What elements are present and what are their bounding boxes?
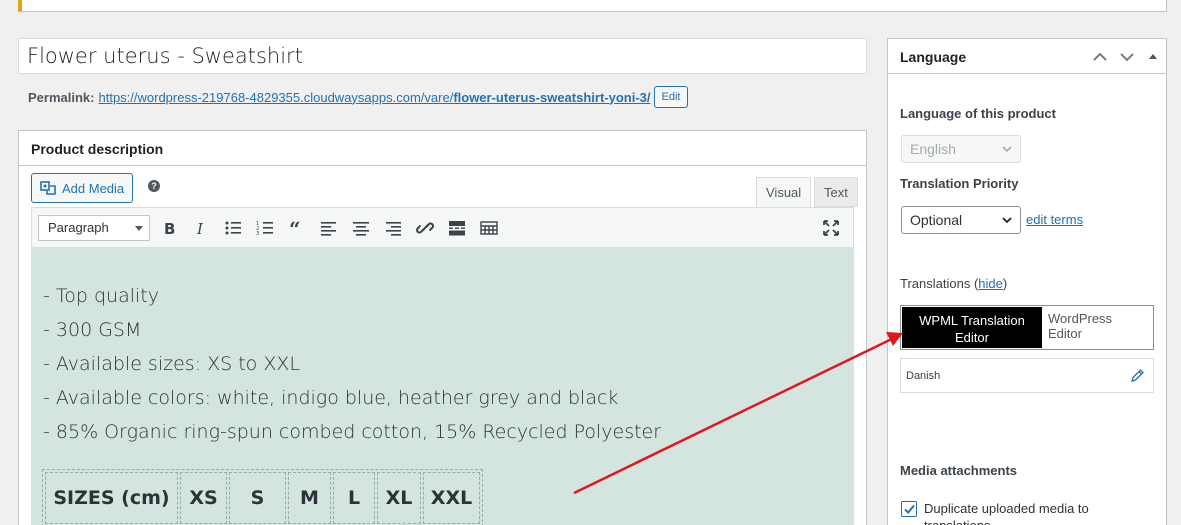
content-line: - Available colors: white, indigo blue, …	[43, 387, 619, 409]
align-left-icon[interactable]	[318, 217, 340, 239]
edit-permalink-button[interactable]: Edit	[653, 86, 689, 108]
permalink-row: Permalink: https://wordpress-219768-4829…	[28, 86, 689, 108]
edit-terms-link[interactable]: edit terms	[1026, 212, 1083, 227]
product-description-title: Product description	[19, 131, 866, 166]
permalink-label: Permalink:	[28, 89, 95, 105]
content-line: - Available sizes: XS to XXL	[43, 353, 300, 375]
svg-text:“: “	[289, 219, 301, 237]
editor-toolbar: Paragraph B I 123 “	[31, 207, 854, 248]
format-select[interactable]: Paragraph	[38, 215, 150, 241]
duplicate-media-checkbox[interactable]	[901, 501, 917, 517]
translation-language: Danish	[906, 370, 941, 382]
pencil-icon[interactable]	[1129, 368, 1145, 384]
svg-text:I: I	[196, 220, 204, 237]
caret-down-icon	[135, 226, 143, 231]
hide-translations-link[interactable]: hide	[978, 276, 1003, 291]
question-icon[interactable]: ?	[148, 180, 160, 192]
product-description-box: Product description Add Media ? Visual T…	[18, 130, 867, 525]
tab-text[interactable]: Text	[814, 177, 858, 207]
fullscreen-icon[interactable]	[820, 217, 842, 239]
wpml-translation-editor-option[interactable]: WPML Translation Editor	[902, 307, 1042, 348]
table-cell: XL	[377, 472, 421, 524]
content-line: - 300 GSM	[43, 319, 142, 341]
translation-priority-select[interactable]: Optional	[901, 206, 1021, 234]
align-center-icon[interactable]	[350, 217, 372, 239]
content-line: - Top quality	[43, 285, 159, 307]
table-cell: M	[288, 472, 331, 524]
permalink-link[interactable]: https://wordpress-219768-4829355.cloudwa…	[98, 90, 650, 105]
language-box: Language Language of this product Englis…	[887, 38, 1167, 525]
blockquote-icon[interactable]: “	[286, 217, 308, 239]
table-cell: XXL	[423, 472, 480, 524]
duplicate-media-label: Duplicate uploaded media to translations	[924, 501, 1089, 525]
media-attachments-label: Media attachments	[900, 463, 1018, 478]
chevron-down-icon	[1002, 217, 1012, 224]
wordpress-editor-option[interactable]: WordPress Editor	[1043, 306, 1153, 349]
read-more-icon[interactable]	[446, 217, 468, 239]
toolbar-toggle-icon[interactable]	[478, 217, 500, 239]
italic-icon[interactable]: I	[190, 217, 212, 239]
collapse-toggle-icon[interactable]	[1144, 48, 1162, 66]
language-box-header: Language	[888, 39, 1166, 74]
chevron-up-icon[interactable]	[1091, 48, 1109, 66]
language-label: Language of this product	[900, 106, 1056, 121]
bold-icon[interactable]: B	[158, 217, 180, 239]
translation-row-danish: Danish	[900, 358, 1154, 393]
link-icon[interactable]	[414, 217, 436, 239]
add-media-button[interactable]: Add Media	[31, 173, 134, 203]
svg-text:3: 3	[256, 231, 259, 237]
chevron-down-icon	[1002, 146, 1012, 153]
table-cell: S	[229, 472, 286, 524]
bullet-list-icon[interactable]	[222, 217, 244, 239]
table-cell: SIZES (cm)	[45, 472, 178, 524]
tab-visual[interactable]: Visual	[756, 177, 812, 207]
translation-priority-label: Translation Priority	[900, 176, 1019, 191]
translations-heading: Translations (hide)	[900, 276, 1008, 291]
editor-content[interactable]: - Top quality - 300 GSM - Available size…	[31, 248, 854, 525]
table-cell: XS	[180, 472, 227, 524]
media-icon	[40, 181, 56, 195]
table-cell: L	[333, 472, 375, 524]
language-select: English	[901, 135, 1021, 163]
admin-notice	[18, 0, 1167, 12]
content-line: - 85% Organic ring-spun combed cotton, 1…	[43, 421, 662, 443]
numbered-list-icon[interactable]: 123	[254, 217, 276, 239]
translation-editor-toggle: WPML Translation Editor WordPress Editor	[900, 305, 1154, 350]
size-table: SIZES (cm) XS S M L XL XXL	[42, 469, 483, 525]
chevron-down-icon[interactable]	[1118, 48, 1136, 66]
language-box-title: Language	[900, 49, 967, 65]
checkmark-icon	[904, 504, 915, 514]
align-right-icon[interactable]	[382, 217, 404, 239]
post-title-input[interactable]: Flower uterus - Sweatshirt	[18, 38, 867, 74]
svg-text:B: B	[164, 220, 175, 237]
